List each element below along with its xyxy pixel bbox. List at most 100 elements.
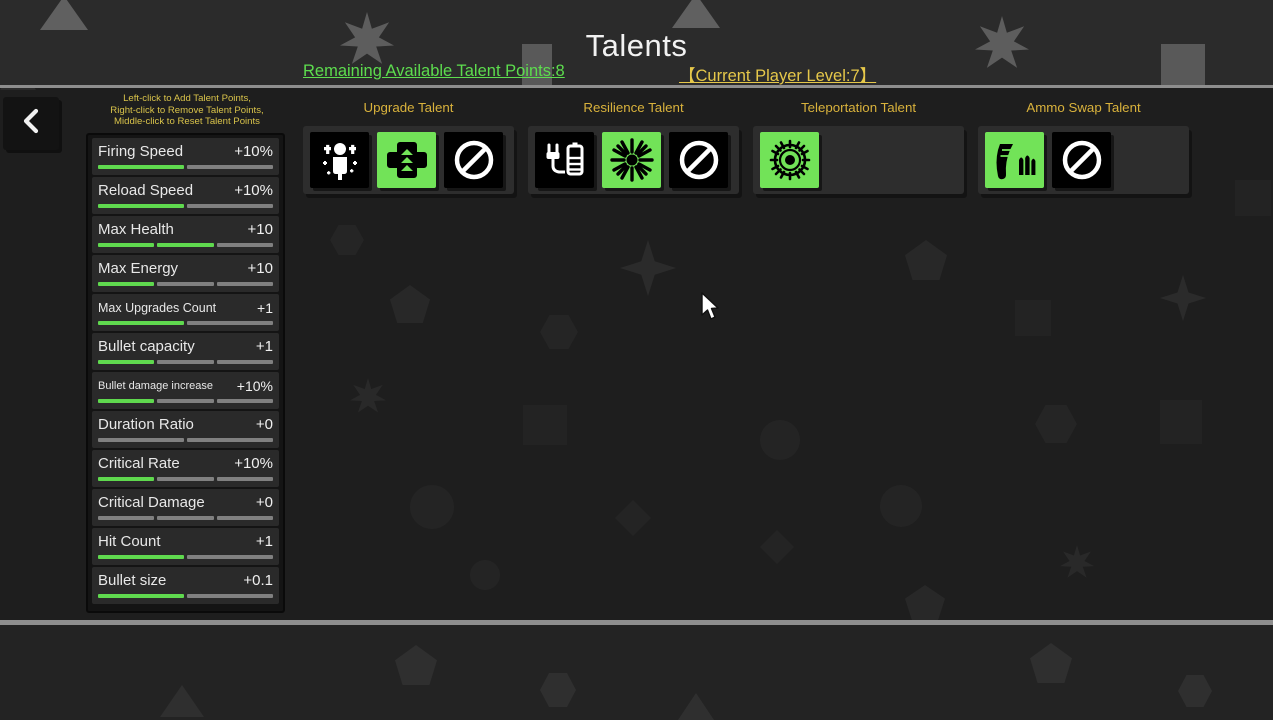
- bottom-area: [0, 625, 1273, 720]
- talent-stat-row[interactable]: Critical Damage +0: [92, 489, 279, 526]
- talent-progress-segment: [98, 204, 184, 208]
- bg-shape-diamond: [760, 530, 794, 564]
- talent-group-title: Ammo Swap Talent: [1026, 100, 1141, 115]
- talent-progress-bar: [98, 438, 273, 443]
- talent-slot[interactable]: [535, 132, 594, 188]
- burst-star-icon: [609, 138, 654, 182]
- cross-upgrade-icon: [385, 138, 429, 182]
- talent-stat-value: +0: [255, 416, 273, 433]
- talent-stat-value: +10%: [234, 143, 273, 160]
- talent-stat-name: Critical Damage: [98, 494, 205, 511]
- talent-stat-row[interactable]: Max Upgrades Count +1: [92, 294, 279, 331]
- talent-progress-segment: [187, 555, 273, 559]
- talent-progress-segment: [216, 477, 273, 481]
- talent-slot-panel: [978, 126, 1189, 194]
- talent-stat-name: Hit Count: [98, 533, 161, 550]
- talent-progress-segment: [216, 282, 273, 286]
- bg-shape-circle: [760, 420, 800, 460]
- talent-slot[interactable]: [602, 132, 661, 188]
- page-title: Talents: [585, 28, 688, 63]
- talent-stat-value: +10: [247, 260, 273, 277]
- talent-slot-panel: [528, 126, 739, 194]
- header-stats: Remaining Available Talent Points:8 【Cur…: [0, 62, 1273, 85]
- person-sparkle-icon: [318, 138, 362, 182]
- bg-shape-4star: [1160, 275, 1206, 321]
- bg-shape-pentagon: [390, 285, 430, 323]
- talent-stat-name: Max Energy: [98, 260, 179, 277]
- hint-line-1: Left-click to Add Talent Points,: [123, 93, 251, 104]
- talent-stat-row[interactable]: Max Health +10: [92, 216, 279, 253]
- talent-progress-bar: [98, 165, 273, 170]
- hint-line-2: Right-click to Remove Talent Points,: [110, 104, 264, 116]
- talent-slot[interactable]: [377, 132, 436, 188]
- talent-progress-segment: [157, 516, 214, 520]
- talent-stat-row[interactable]: Bullet capacity +1: [92, 333, 279, 370]
- talent-stat-row[interactable]: Reload Speed +10%: [92, 177, 279, 214]
- talent-slot[interactable]: [669, 132, 728, 188]
- talent-progress-segment: [157, 399, 214, 403]
- bg-shape-pentagon: [1030, 643, 1072, 683]
- talent-stat-row[interactable]: Hit Count +1: [92, 528, 279, 565]
- talent-group-title: Upgrade Talent: [363, 100, 454, 115]
- talent-stat-row[interactable]: Max Energy +10: [92, 255, 279, 292]
- bg-shape-square: [1160, 400, 1202, 444]
- talent-progress-segment: [98, 282, 155, 286]
- talent-stat-row[interactable]: Firing Speed +10%: [92, 138, 279, 175]
- talent-progress-segment: [187, 165, 273, 169]
- talent-progress-segment: [216, 243, 273, 247]
- bg-shape-square: [1015, 300, 1051, 336]
- mouse-pointer: [700, 292, 720, 322]
- talent-stat-value: +10%: [236, 377, 273, 394]
- bg-shape-pentagon: [905, 240, 947, 280]
- talent-progress-segment: [98, 165, 184, 169]
- talent-progress-segment: [157, 360, 214, 364]
- talent-progress-segment: [187, 438, 273, 442]
- talent-stat-row[interactable]: Bullet size +0.1: [92, 567, 279, 604]
- talent-progress-bar: [98, 321, 273, 326]
- talent-stat-name: Firing Speed: [98, 143, 184, 160]
- talent-stat-row[interactable]: Bullet damage increase +10%: [92, 372, 279, 409]
- talent-progress-segment: [216, 399, 273, 403]
- talent-progress-segment: [98, 555, 184, 559]
- talent-stat-name: Duration Ratio: [98, 416, 194, 433]
- bg-shape-hexagon: [1035, 405, 1077, 443]
- talent-slot[interactable]: [310, 132, 369, 188]
- talent-progress-bar: [98, 555, 273, 560]
- bg-shape-diamond: [615, 500, 651, 536]
- talent-slot[interactable]: [444, 132, 503, 188]
- back-button[interactable]: [3, 97, 59, 150]
- talent-progress-segment: [216, 516, 273, 520]
- talent-progress-segment: [98, 594, 184, 598]
- chevron-left-icon: [20, 108, 42, 139]
- battery-charge-icon: [543, 138, 587, 182]
- talent-stat-value: +0: [255, 494, 273, 511]
- talent-slot[interactable]: [985, 132, 1044, 188]
- talent-stat-value: +10%: [234, 182, 273, 199]
- talent-stat-name: Bullet size: [98, 572, 167, 589]
- talent-progress-bar: [98, 360, 273, 365]
- talent-progress-segment: [98, 516, 155, 520]
- talent-stat-row[interactable]: Critical Rate +10%: [92, 450, 279, 487]
- bg-shape-pentagon: [905, 585, 945, 621]
- talent-stat-value: +1: [255, 338, 273, 355]
- bg-shape-star: [350, 378, 386, 413]
- remaining-talent-points: Remaining Available Talent Points:8: [303, 62, 565, 80]
- talent-stat-row[interactable]: Duration Ratio +0: [92, 411, 279, 448]
- bg-shape-square: [1235, 180, 1271, 216]
- bg-shape-star: [1060, 545, 1094, 578]
- bg-shape-circle: [470, 560, 500, 590]
- bg-shape-pentagon: [395, 645, 437, 685]
- bg-shape-square: [523, 405, 567, 445]
- talents-screen: Talents Remaining Available Talent Point…: [0, 0, 1273, 720]
- talent-progress-segment: [187, 204, 273, 208]
- talent-slot[interactable]: [760, 132, 819, 188]
- talent-stat-list: Firing Speed +10% Reload Speed +10% Max Heal…: [86, 133, 285, 613]
- current-player-level: 【Current Player Level:7】: [679, 67, 877, 85]
- talent-stat-name: Max Health: [98, 221, 174, 238]
- talent-progress-segment: [98, 243, 155, 247]
- talent-slot[interactable]: [1052, 132, 1111, 188]
- header-triangle-icon: [40, 0, 88, 30]
- talent-progress-segment: [98, 477, 155, 481]
- header-triangle-icon: [672, 0, 720, 28]
- talent-group-title: Resilience Talent: [583, 100, 684, 115]
